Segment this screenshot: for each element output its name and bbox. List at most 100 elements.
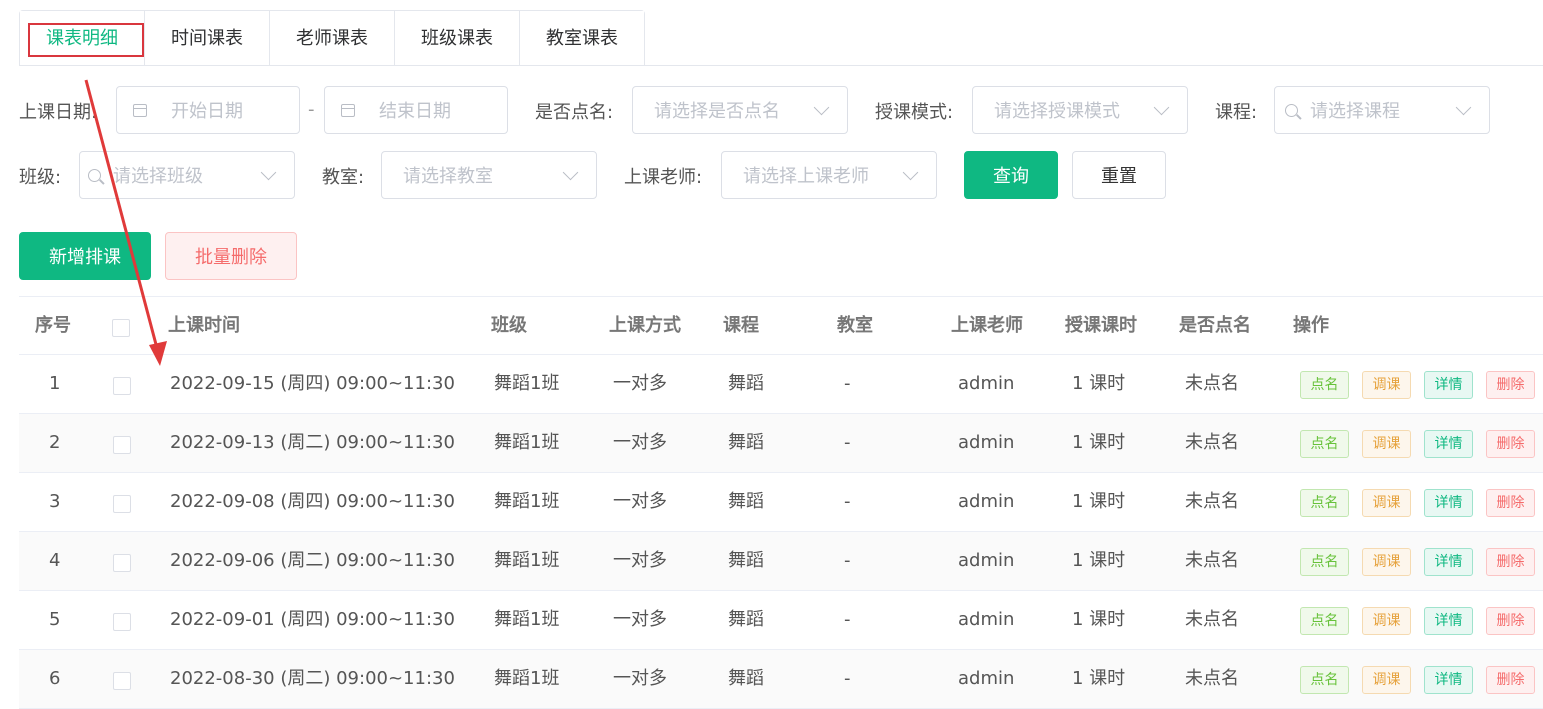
cell-class: 舞蹈1班 [494,668,560,689]
cell-index: 2 [49,432,61,453]
detail-button[interactable]: 详情 [1424,666,1473,694]
cell-class: 舞蹈1班 [494,491,560,512]
cell-time: 2022-09-01 (周四) 09:00~11:30 [170,609,455,630]
cell-course: 舞蹈 [728,373,764,394]
detail-button[interactable]: 详情 [1424,489,1473,517]
rollcall-button[interactable]: 点名 [1300,489,1349,517]
rollcall-button[interactable]: 点名 [1300,430,1349,458]
header-room: 教室 [837,315,873,336]
add-schedule-button[interactable]: 新增排课 [19,232,151,280]
class-select[interactable]: 请选择班级 [79,151,295,199]
cell-hours: 1 课时 [1072,373,1126,394]
adjust-button[interactable]: 调课 [1362,607,1411,635]
cell-rollcall: 未点名 [1185,668,1239,689]
teacher-placeholder: 请选择上课老师 [743,166,869,187]
batch-delete-button[interactable]: 批量删除 [165,232,297,280]
adjust-button[interactable]: 调课 [1362,548,1411,576]
adjust-button[interactable]: 调课 [1362,430,1411,458]
adjust-button[interactable]: 调课 [1362,371,1411,399]
date-label: 上课日期: [19,102,98,123]
delete-button[interactable]: 删除 [1486,430,1535,458]
rollcall-button[interactable]: 点名 [1300,548,1349,576]
course-select[interactable]: 请选择课程 [1274,86,1490,134]
cell-index: 6 [49,668,61,689]
header-course: 课程 [723,315,759,336]
start-date-input[interactable]: 开始日期 [116,86,300,134]
rollcall-button[interactable]: 点名 [1300,666,1349,694]
cell-time: 2022-08-30 (周二) 09:00~11:30 [170,668,455,689]
row-checkbox[interactable] [113,613,131,631]
adjust-button[interactable]: 调课 [1362,666,1411,694]
teacher-label: 上课老师: [624,167,703,188]
table-row: 1 2022-09-15 (周四) 09:00~11:30 舞蹈1班 一对多 舞… [19,355,1543,414]
course-label: 课程: [1215,102,1258,123]
room-select[interactable]: 请选择教室 [381,151,597,199]
cell-course: 舞蹈 [728,432,764,453]
delete-button[interactable]: 删除 [1486,548,1535,576]
tab-class-schedule[interactable]: 班级课表 [394,11,519,66]
detail-button[interactable]: 详情 [1424,548,1473,576]
cell-method: 一对多 [613,432,667,453]
delete-button[interactable]: 删除 [1486,666,1535,694]
select-all-checkbox[interactable] [112,319,130,337]
cell-room: - [844,373,851,394]
cell-rollcall: 未点名 [1185,373,1239,394]
chevron-down-icon [902,164,919,180]
rollcall-button[interactable]: 点名 [1300,371,1349,399]
cell-method: 一对多 [613,609,667,630]
cell-method: 一对多 [613,491,667,512]
mode-label: 授课模式: [875,102,954,123]
search-icon [1285,103,1298,117]
rollcall-button[interactable]: 点名 [1300,607,1349,635]
cell-index: 3 [49,491,61,512]
delete-button[interactable]: 删除 [1486,371,1535,399]
cell-hours: 1 课时 [1072,550,1126,571]
cell-teacher: admin [958,491,1015,512]
teacher-select[interactable]: 请选择上课老师 [721,151,937,199]
query-button[interactable]: 查询 [964,151,1058,199]
calendar-icon [341,103,355,117]
row-checkbox[interactable] [113,377,131,395]
header-rollcall: 是否点名 [1179,315,1251,336]
cell-time: 2022-09-15 (周四) 09:00~11:30 [170,373,455,394]
tab-room-schedule[interactable]: 教室课表 [519,11,644,66]
end-date-input[interactable]: 结束日期 [324,86,508,134]
tab-divider [19,65,1543,66]
table-row: 6 2022-08-30 (周二) 09:00~11:30 舞蹈1班 一对多 舞… [19,650,1543,709]
cell-teacher: admin [958,609,1015,630]
detail-button[interactable]: 详情 [1424,371,1473,399]
delete-button[interactable]: 删除 [1486,607,1535,635]
tab-teacher-schedule[interactable]: 老师课表 [269,11,394,66]
table-row: 2 2022-09-13 (周二) 09:00~11:30 舞蹈1班 一对多 舞… [19,414,1543,473]
row-checkbox[interactable] [113,436,131,454]
tab-schedule-detail[interactable]: 课表明细 [20,11,144,66]
row-checkbox[interactable] [113,495,131,513]
row-checkbox[interactable] [113,672,131,690]
cell-time: 2022-09-08 (周四) 09:00~11:30 [170,491,455,512]
cell-index: 5 [49,609,61,630]
row-checkbox[interactable] [113,554,131,572]
cell-method: 一对多 [613,373,667,394]
delete-button[interactable]: 删除 [1486,489,1535,517]
cell-teacher: admin [958,550,1015,571]
mode-select[interactable]: 请选择授课模式 [972,86,1188,134]
chevron-down-icon [1153,99,1170,115]
tab-time-schedule[interactable]: 时间课表 [144,11,269,66]
chevron-down-icon [1455,99,1472,115]
cell-time: 2022-09-06 (周二) 09:00~11:30 [170,550,455,571]
cell-course: 舞蹈 [728,491,764,512]
rollcall-placeholder: 请选择是否点名 [654,101,780,122]
reset-button[interactable]: 重置 [1072,151,1166,199]
schedule-table: 序号 上课时间 班级 上课方式 课程 教室 上课老师 授课课时 是否点名 操作 … [19,296,1543,709]
rollcall-label: 是否点名: [535,102,614,123]
calendar-icon [133,103,147,117]
rollcall-select[interactable]: 请选择是否点名 [632,86,848,134]
cell-hours: 1 课时 [1072,432,1126,453]
detail-button[interactable]: 详情 [1424,430,1473,458]
detail-button[interactable]: 详情 [1424,607,1473,635]
cell-hours: 1 课时 [1072,491,1126,512]
cell-rollcall: 未点名 [1185,609,1239,630]
cell-course: 舞蹈 [728,550,764,571]
adjust-button[interactable]: 调课 [1362,489,1411,517]
header-index: 序号 [35,315,71,336]
